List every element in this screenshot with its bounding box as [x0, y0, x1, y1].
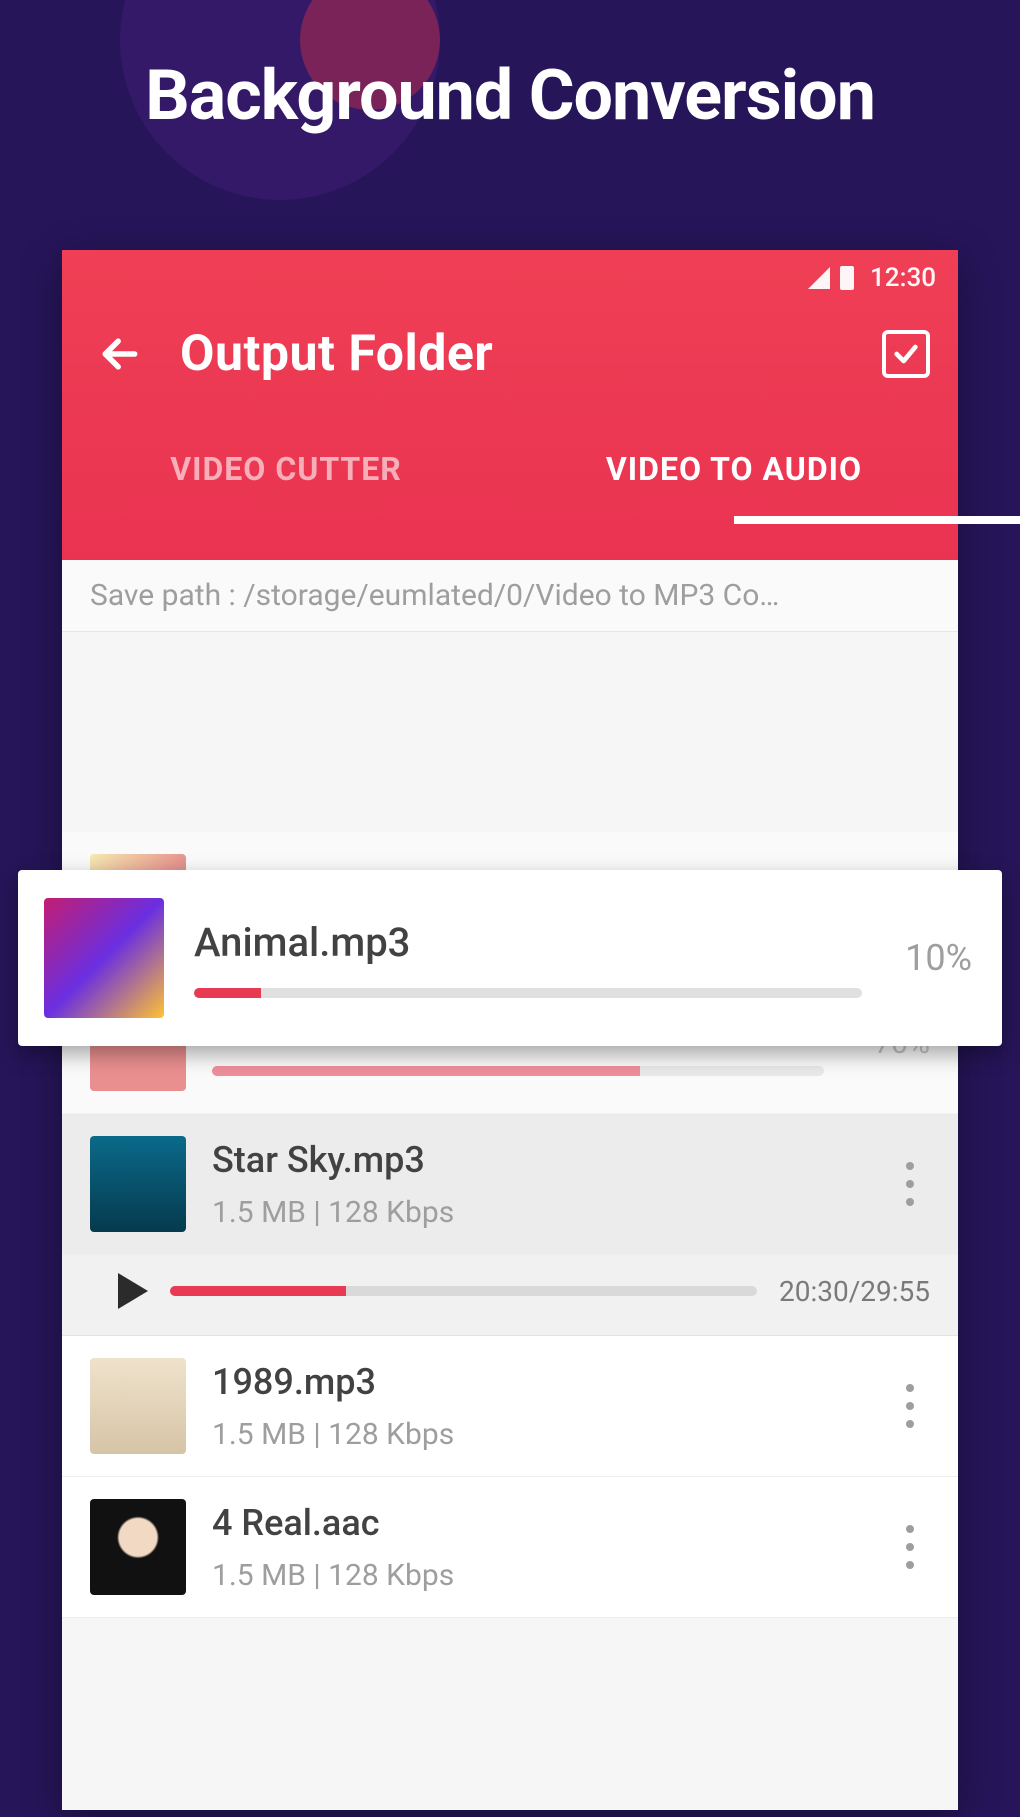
- select-all-button[interactable]: [882, 330, 930, 378]
- more-options-button[interactable]: [890, 1519, 930, 1575]
- album-art: [90, 1499, 186, 1595]
- file-meta: 1.5 MB | 128 Kbps: [212, 1558, 864, 1593]
- file-name: 1989.mp3: [212, 1361, 864, 1403]
- app-header: 12:30 Output Folder VIDEO CUTTER VIDEO T…: [62, 250, 958, 560]
- progress-bar: [212, 1066, 824, 1076]
- back-button[interactable]: [90, 324, 150, 384]
- active-conversion-card[interactable]: Animal.mp3 10%: [18, 870, 1002, 1046]
- file-row[interactable]: 4 Real.aac 1.5 MB | 128 Kbps: [62, 1477, 958, 1618]
- progress-percent: 10%: [892, 937, 972, 979]
- audio-player: 20:30/29:55: [62, 1255, 958, 1336]
- playback-time: 20:30/29:55: [779, 1275, 930, 1308]
- promo-title: Background Conversion: [0, 55, 1020, 137]
- page-title: Output Folder: [180, 325, 493, 383]
- check-icon: [892, 340, 920, 368]
- tab-bar: VIDEO CUTTER VIDEO TO AUDIO: [62, 414, 958, 524]
- more-options-button[interactable]: [890, 1156, 930, 1212]
- file-row-playing[interactable]: Star Sky.mp3 1.5 MB | 128 Kbps: [62, 1114, 958, 1255]
- tab-video-cutter[interactable]: VIDEO CUTTER: [62, 414, 510, 524]
- file-name: Animal.mp3: [194, 919, 862, 966]
- toolbar: Output Folder: [62, 294, 958, 414]
- tab-label: VIDEO CUTTER: [170, 450, 402, 488]
- more-options-button[interactable]: [890, 1378, 930, 1434]
- file-name: 4 Real.aac: [212, 1502, 864, 1544]
- tab-indicator: [734, 516, 1020, 524]
- tab-video-to-audio[interactable]: VIDEO TO AUDIO: [510, 414, 958, 524]
- play-button[interactable]: [118, 1273, 148, 1309]
- signal-icon: [808, 267, 830, 289]
- album-art: [44, 898, 164, 1018]
- file-row[interactable]: 1989.mp3 1.5 MB | 128 Kbps: [62, 1336, 958, 1477]
- seek-bar[interactable]: [170, 1286, 757, 1296]
- file-name: Star Sky.mp3: [212, 1139, 864, 1181]
- battery-icon: [840, 266, 854, 290]
- status-clock: 12:30: [870, 263, 936, 293]
- arrow-left-icon: [98, 332, 142, 376]
- progress-bar: [194, 988, 862, 998]
- spacer: [62, 632, 958, 832]
- tab-label: VIDEO TO AUDIO: [606, 450, 862, 488]
- output-list: Save path : /storage/eumlated/0/Video to…: [62, 560, 958, 1810]
- file-meta: 1.5 MB | 128 Kbps: [212, 1195, 864, 1230]
- album-art: [90, 1358, 186, 1454]
- phone-frame: 12:30 Output Folder VIDEO CUTTER VIDEO T…: [62, 250, 958, 1810]
- status-bar: 12:30: [62, 250, 958, 294]
- save-path-label: Save path : /storage/eumlated/0/Video to…: [62, 560, 958, 632]
- file-meta: 1.5 MB | 128 Kbps: [212, 1417, 864, 1452]
- album-art: [90, 1136, 186, 1232]
